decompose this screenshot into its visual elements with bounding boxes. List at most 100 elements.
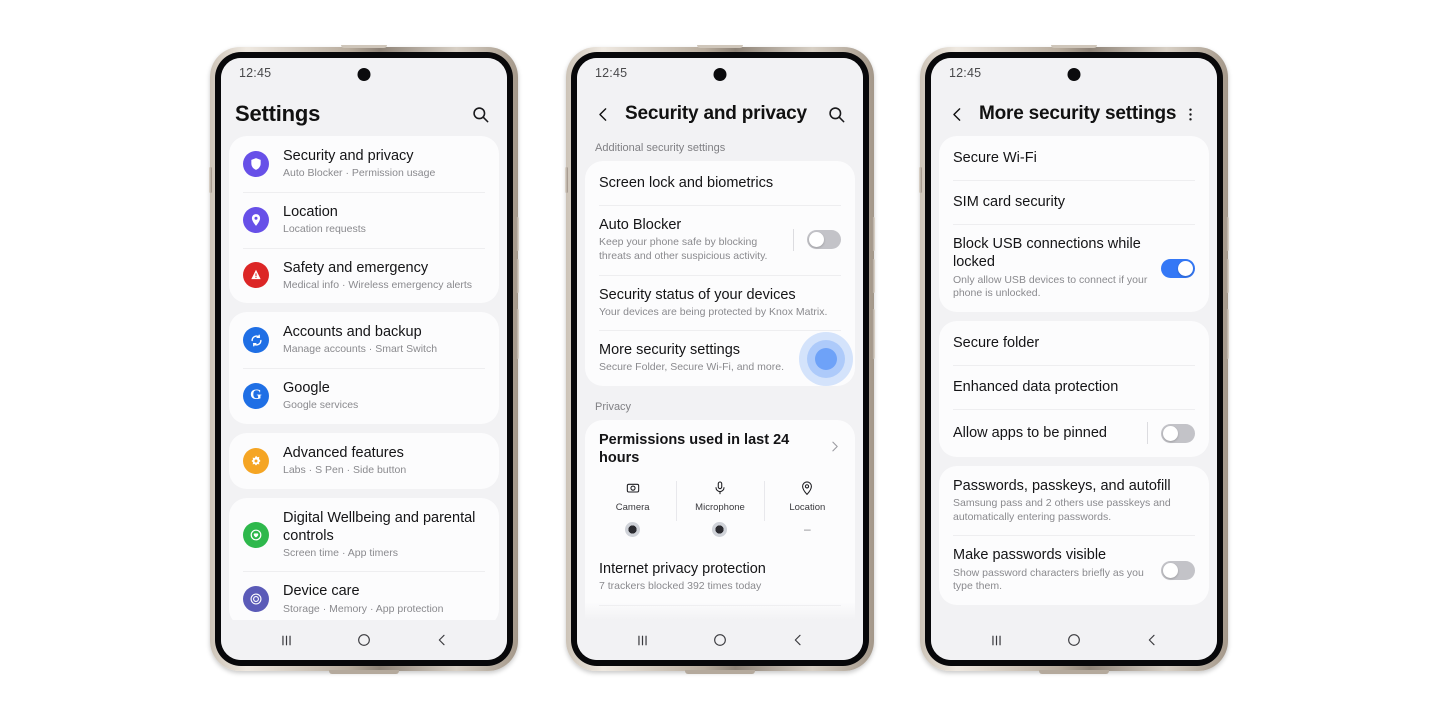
toggle-divider xyxy=(1147,422,1148,445)
settings-row-google[interactable]: G Google Google services xyxy=(229,368,499,424)
page-title: Settings xyxy=(235,101,321,126)
recents-icon[interactable] xyxy=(625,626,659,654)
back-icon[interactable] xyxy=(781,626,815,654)
volume-up-button[interactable] xyxy=(516,217,519,251)
make-passwords-visible-toggle[interactable] xyxy=(1161,560,1195,580)
more-security-list[interactable]: Secure Wi-Fi SIM card security Block USB… xyxy=(931,136,1217,620)
phone-screen-settings: 12:45 Settings Security and privacy Auto… xyxy=(221,58,507,660)
row-more-security-settings[interactable]: More security settings Secure Folder, Se… xyxy=(585,330,855,387)
volume-up-button[interactable] xyxy=(1226,217,1229,251)
row-title: Secure Wi-Fi xyxy=(953,150,1037,166)
row-title: Passwords, passkeys, and autofill xyxy=(953,478,1171,495)
permission-tile-location[interactable]: Location – xyxy=(763,477,851,537)
settings-row-safety-and-emergency[interactable]: Safety and emergency Medical info · Wire… xyxy=(229,247,499,304)
row-allow-apps-to-be-pinned[interactable]: Allow apps to be pinned xyxy=(939,409,1209,457)
power-button[interactable] xyxy=(516,309,519,359)
settings-card-group: Accounts and backup Manage accounts · Sm… xyxy=(229,312,499,424)
settings-card-group: Advanced features Labs · S Pen · Side bu… xyxy=(229,432,499,489)
row-title: Allow apps to be pinned xyxy=(953,424,1107,441)
frame-top-seam xyxy=(341,45,387,48)
row-privacy-protection-for-internet[interactable]: Privacy protection for internet xyxy=(585,605,855,620)
settings-row-device-care[interactable]: Device care Storage · Memory · App prote… xyxy=(229,571,499,620)
row-title: Security and privacy xyxy=(283,148,414,164)
settings-row-security-and-privacy[interactable]: Security and privacy Auto Blocker · Perm… xyxy=(229,136,499,192)
phone-screen-more-security: 12:45 More security settings Secure Wi-F… xyxy=(931,58,1217,660)
settings-list[interactable]: Security and privacy Auto Blocker · Perm… xyxy=(221,136,507,620)
row-title: Make passwords visible xyxy=(953,547,1107,564)
phone-device-security-privacy: 12:45 Security and privacy Additional se… xyxy=(565,45,875,674)
section-label-additional-security: Additional security settings xyxy=(595,142,726,154)
row-sim-card-security[interactable]: SIM card security xyxy=(939,180,1209,224)
permission-tile-microphone[interactable]: Microphone xyxy=(676,477,763,538)
volume-up-button[interactable] xyxy=(872,217,875,251)
row-internet-privacy-protection[interactable]: Internet privacy protection 7 trackers b… xyxy=(585,549,855,605)
row-security-status-of-your-devices[interactable]: Security status of your devices Your dev… xyxy=(585,274,855,331)
row-secure-wifi[interactable]: Secure Wi-Fi xyxy=(939,136,1209,180)
settings-row-digital-wellbeing[interactable]: Digital Wellbeing and parental controls … xyxy=(229,498,499,572)
block-usb-toggle[interactable] xyxy=(1161,258,1195,278)
power-button[interactable] xyxy=(1226,309,1229,359)
row-subtitle: Medical info · Wireless emergency alerts xyxy=(283,278,473,291)
home-icon[interactable] xyxy=(1057,626,1091,654)
row-title: Safety and emergency xyxy=(283,259,429,276)
back-icon[interactable] xyxy=(425,626,459,654)
card-more-security-group: Secure folder Enhanced data protection A… xyxy=(939,320,1209,458)
row-subtitle: Manage accounts · Smart Switch xyxy=(283,343,438,356)
settings-row-advanced-features[interactable]: Advanced features Labs · S Pen · Side bu… xyxy=(229,433,499,489)
left-side-seam xyxy=(209,167,212,193)
screenshot-stage: 12:45 Settings Security and privacy Auto… xyxy=(0,0,1440,720)
status-time: 12:45 xyxy=(239,66,272,80)
permission-label: Microphone xyxy=(695,502,745,514)
microphone-icon xyxy=(712,477,728,499)
row-block-usb-connections[interactable]: Block USB connections while locked Only … xyxy=(939,224,1209,312)
row-subtitle: Location requests xyxy=(283,222,366,235)
row-title: Device care xyxy=(283,583,360,600)
back-icon[interactable] xyxy=(1135,626,1169,654)
volume-down-button[interactable] xyxy=(872,259,875,293)
recents-icon[interactable] xyxy=(979,626,1013,654)
allow-apps-pinned-toggle[interactable] xyxy=(1161,423,1195,443)
sync-icon xyxy=(243,327,269,354)
row-subtitle: Show password characters briefly as you … xyxy=(953,566,1144,593)
power-button[interactable] xyxy=(872,309,875,359)
row-title: Internet privacy protection xyxy=(599,561,766,578)
volume-down-button[interactable] xyxy=(1226,259,1229,293)
row-subtitle: Samsung pass and 2 others use passkeys a… xyxy=(953,497,1171,523)
volume-down-button[interactable] xyxy=(516,259,519,293)
permission-value: – xyxy=(803,522,811,537)
more-vertical-icon[interactable] xyxy=(1177,101,1203,127)
page-title: Security and privacy xyxy=(625,103,807,124)
row-make-passwords-visible[interactable]: Make passwords visible Show password cha… xyxy=(939,535,1209,604)
wellbeing-icon xyxy=(243,521,269,548)
row-auto-blocker[interactable]: Auto Blocker Keep your phone safe by blo… xyxy=(585,205,855,274)
permission-tile-camera[interactable]: Camera xyxy=(589,477,676,538)
row-enhanced-data-protection[interactable]: Enhanced data protection xyxy=(939,364,1209,409)
search-icon[interactable] xyxy=(823,101,849,127)
security-privacy-list[interactable]: Additional security settings Screen lock… xyxy=(577,136,863,620)
card-more-security-group: Passwords, passkeys, and autofill Samsun… xyxy=(939,466,1209,605)
google-g-icon: G xyxy=(243,382,269,409)
row-permissions-used[interactable]: Permissions used in last 24 hours xyxy=(585,420,855,471)
row-title: Privacy protection for internet xyxy=(599,618,841,620)
device-care-icon xyxy=(243,586,269,613)
chevron-left-icon[interactable] xyxy=(945,102,969,126)
toggle-divider xyxy=(793,228,794,251)
recents-icon[interactable] xyxy=(269,626,303,654)
settings-row-accounts-and-backup[interactable]: Accounts and backup Manage accounts · Sm… xyxy=(229,312,499,368)
row-passwords-passkeys-autofill[interactable]: Passwords, passkeys, and autofill Samsun… xyxy=(939,466,1209,535)
app-header-more-security: More security settings xyxy=(931,92,1217,136)
phone-device-more-security: 12:45 More security settings Secure Wi-F… xyxy=(919,45,1229,674)
app-icon xyxy=(625,522,641,538)
auto-blocker-toggle[interactable] xyxy=(807,230,841,250)
permissions-usage-tiles: Camera Microphone Location – xyxy=(585,471,855,549)
row-screen-lock-and-biometrics[interactable]: Screen lock and biometrics xyxy=(585,161,855,205)
chevron-left-icon[interactable] xyxy=(591,102,615,126)
system-navigation-bar xyxy=(931,620,1217,660)
home-icon[interactable] xyxy=(347,626,381,654)
settings-card-group: Security and privacy Auto Blocker · Perm… xyxy=(229,136,499,304)
settings-row-location[interactable]: Location Location requests xyxy=(229,191,499,248)
frame-top-seam xyxy=(697,45,743,48)
search-icon[interactable] xyxy=(467,101,493,127)
row-secure-folder[interactable]: Secure folder xyxy=(939,321,1209,365)
home-icon[interactable] xyxy=(703,626,737,654)
